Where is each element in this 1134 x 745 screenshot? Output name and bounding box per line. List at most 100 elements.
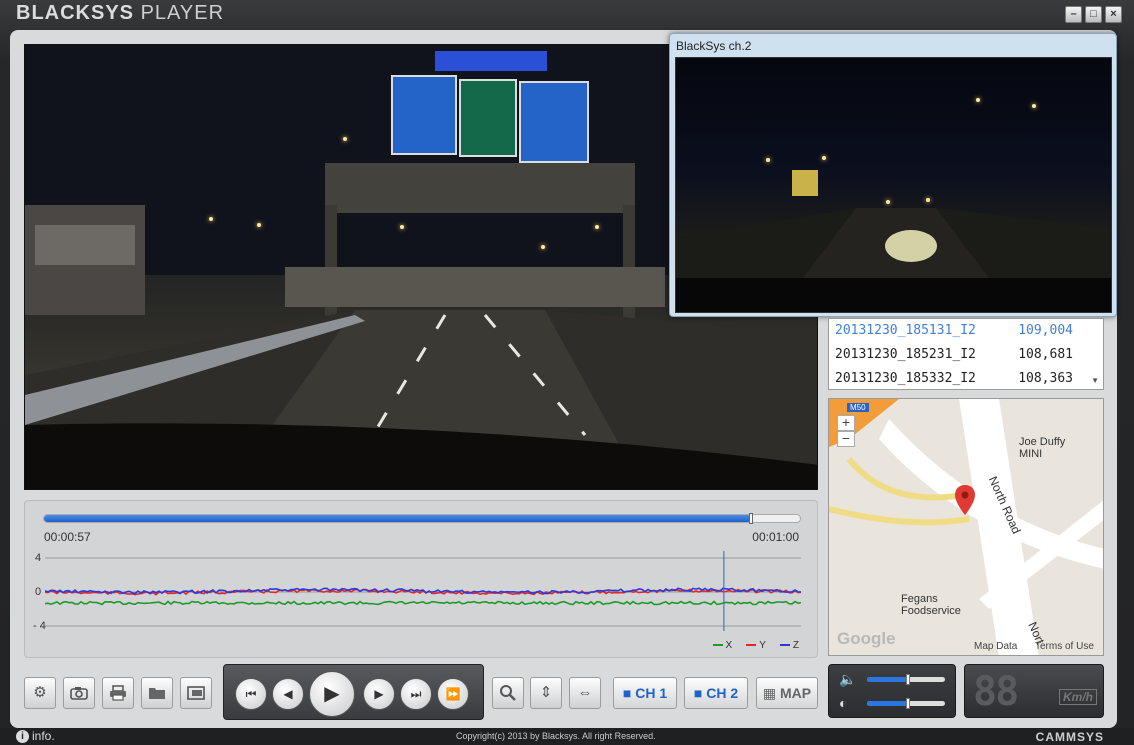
fast-forward-icon: ⏩ [445,687,461,701]
gear-icon: ⚙ [33,684,47,701]
film-icon [187,686,205,700]
ch2-light [926,198,930,202]
end-time: 00:01:00 [752,530,799,544]
volume-slider-knob[interactable] [905,674,910,685]
video-camera-icon: ■ [622,685,632,701]
speed-unit: Km/h [1059,689,1097,705]
volume-slider-fill [867,677,908,682]
timeline-scrubber[interactable] [43,513,801,524]
flip-horizontal-button[interactable]: ⇔ [569,677,601,709]
ch1-label: CH 1 [635,685,668,701]
print-button[interactable] [102,677,134,709]
street-light [343,137,347,141]
file-name: 20131230_185231_I2 [835,347,976,362]
legend-z-label: Z [792,640,799,651]
app-title-bold: BLACKSYS [16,2,135,24]
g-sensor-graph[interactable] [45,551,801,631]
ch2-light [886,200,890,204]
skip-forward-icon: ⏭ [410,687,422,701]
graph-y-tick: - 4 [33,620,46,632]
flip-vertical-button[interactable]: ⇕ [530,677,562,709]
ch2-button[interactable]: ■ CH 2 [684,677,748,709]
skip-back-icon: ⏮ [245,687,257,701]
folder-icon [149,688,165,699]
step-forward-icon: ▶ [374,687,384,701]
ch2-road-scene [676,170,1111,312]
brightness-slider[interactable] [867,698,945,709]
ch1-button[interactable]: ■ CH 1 [613,677,677,709]
legend-z: Z [779,640,799,651]
info-link[interactable]: info. [32,729,55,743]
ch2-light [766,158,770,162]
road-sign-derry [459,79,517,157]
play-button[interactable]: ▶ [309,671,355,717]
fast-forward-button[interactable]: ⏩ [437,678,469,710]
file-size: 108,363 [1018,371,1073,386]
file-row[interactable]: 20131230_185231_I2 108,681 [829,343,1103,367]
open-folder-button[interactable] [141,677,173,709]
g-sensor-series-x [45,600,801,606]
camera-icon [70,687,88,700]
file-list-button[interactable] [180,677,212,709]
map-poi-joe-duffy: Joe Duffy MINI [1019,436,1066,460]
printer-icon [110,685,126,701]
timeline-knob[interactable] [748,513,753,524]
map-zoom-out-button[interactable]: − [837,431,855,447]
graph-y-tick: 4 [35,552,42,564]
file-row[interactable]: 20131230_185131_I2 109,004 [829,319,1103,343]
scroll-down-icon[interactable]: ▼ [1091,376,1099,385]
settings-button[interactable]: ⚙ [24,677,56,709]
zoom-button[interactable] [492,677,524,709]
step-back-button[interactable]: ◀ [272,678,304,710]
file-size: 108,681 [1018,347,1073,362]
minimize-button[interactable]: – [1065,6,1082,23]
file-list[interactable]: 20131230_185131_I2 109,004 20131230_1852… [828,318,1104,390]
transport-controls: ⏮ ◀ ▶ ▶ ⏭ ⏩ [223,664,484,720]
app-title-light: PLAYER [140,2,225,24]
play-icon: ▶ [324,683,340,705]
map-terms-link[interactable]: Terms of Use [1035,641,1094,652]
legend-y: Y [746,640,766,651]
ch2-window-title: BlackSys ch.2 [676,39,752,53]
map-icon: ▦ [762,685,777,701]
map-zoom-in-button[interactable]: + [837,415,855,431]
volume-slider[interactable] [867,674,945,685]
close-button[interactable]: × [1105,6,1122,23]
file-row[interactable]: 20131230_185332_I2 108,363 [829,367,1103,391]
graph-y-tick: 0 [35,586,42,598]
road-sign-northbound [519,81,589,163]
current-time: 00:00:57 [44,530,91,544]
brightness-slider-knob[interactable] [905,698,910,709]
street-light [209,217,213,221]
map-poi-fegans: Fegans Foodservice [901,593,961,617]
brightness-icon: ◐ [839,695,848,711]
status-bar: i info. Copyright(c) 2013 by Blacksys. A… [0,728,1134,745]
speaker-icon: 🔈 [839,671,857,687]
ch2-window[interactable]: BlackSys ch.2 [669,33,1117,317]
volume-brightness-panel: 🔈 ◐ [828,664,956,718]
file-size: 109,004 [1018,323,1073,338]
ch2-light [822,156,826,160]
legend-x: X [712,640,732,651]
info-icon[interactable]: i [16,730,29,743]
previous-file-button[interactable]: ⏮ [235,678,267,710]
app-title: BLACKSYS PLAYER [16,2,224,25]
ch2-video[interactable] [675,57,1112,313]
map-label: MAP [780,685,812,701]
map-button[interactable]: ▦ MAP [756,677,818,709]
file-name: 20131230_185332_I2 [835,371,976,386]
map-road-badge: M50 [847,403,869,412]
flip-vertical-icon: ⇕ [539,684,553,701]
map-panel[interactable]: M50 + − Joe Duffy MINI Fegans Foodservic… [828,398,1104,656]
timeline-progress-fill [44,515,751,522]
step-forward-button[interactable]: ▶ [363,678,395,710]
google-logo: Google [837,629,896,648]
brightness-slider-fill [867,701,908,706]
snapshot-button[interactable] [63,677,95,709]
map-data-link[interactable]: Map Data [974,641,1017,652]
next-file-button[interactable]: ⏭ [400,678,432,710]
maximize-button[interactable]: □ [1085,6,1102,23]
flip-horizontal-icon: ⇔ [577,684,593,701]
street-light [595,225,599,229]
video-camera-icon: ■ [693,685,703,701]
